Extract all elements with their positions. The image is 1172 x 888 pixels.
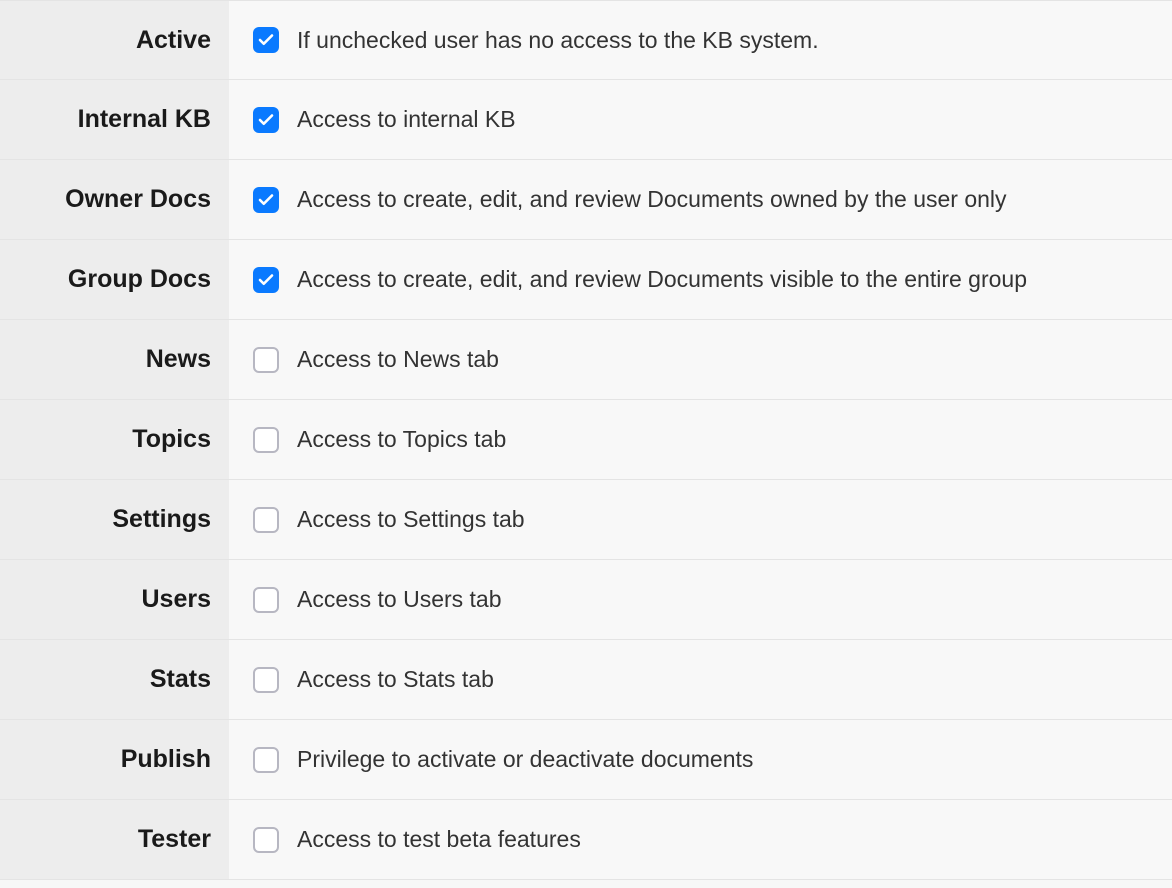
description-stats: Access to Stats tab <box>297 666 494 693</box>
label-internal-kb: Internal KB <box>0 80 229 159</box>
label-stats: Stats <box>0 640 229 719</box>
label-users: Users <box>0 560 229 639</box>
description-active: If unchecked user has no access to the K… <box>297 27 819 54</box>
label-owner-docs: Owner Docs <box>0 160 229 239</box>
description-topics: Access to Topics tab <box>297 426 506 453</box>
row-publish: Publish Privilege to activate or deactiv… <box>0 720 1172 800</box>
check-icon <box>257 271 275 289</box>
label-active: Active <box>0 1 229 79</box>
checkbox-tester[interactable] <box>253 827 279 853</box>
checkbox-group-docs[interactable] <box>253 267 279 293</box>
checkbox-users[interactable] <box>253 587 279 613</box>
label-publish: Publish <box>0 720 229 799</box>
content-settings: Access to Settings tab <box>229 480 1172 559</box>
description-publish: Privilege to activate or deactivate docu… <box>297 746 753 773</box>
description-owner-docs: Access to create, edit, and review Docum… <box>297 186 1007 213</box>
checkbox-active[interactable] <box>253 27 279 53</box>
row-news: News Access to News tab <box>0 320 1172 400</box>
label-news: News <box>0 320 229 399</box>
row-internal-kb: Internal KB Access to internal KB <box>0 80 1172 160</box>
row-group-docs: Group Docs Access to create, edit, and r… <box>0 240 1172 320</box>
content-stats: Access to Stats tab <box>229 640 1172 719</box>
description-news: Access to News tab <box>297 346 499 373</box>
check-icon <box>257 191 275 209</box>
content-internal-kb: Access to internal KB <box>229 80 1172 159</box>
label-settings: Settings <box>0 480 229 559</box>
checkbox-publish[interactable] <box>253 747 279 773</box>
content-topics: Access to Topics tab <box>229 400 1172 479</box>
description-group-docs: Access to create, edit, and review Docum… <box>297 266 1027 293</box>
check-icon <box>257 31 275 49</box>
checkbox-settings[interactable] <box>253 507 279 533</box>
content-users: Access to Users tab <box>229 560 1172 639</box>
check-icon <box>257 111 275 129</box>
content-active: If unchecked user has no access to the K… <box>229 1 1172 79</box>
row-settings: Settings Access to Settings tab <box>0 480 1172 560</box>
label-tester: Tester <box>0 800 229 879</box>
checkbox-internal-kb[interactable] <box>253 107 279 133</box>
content-owner-docs: Access to create, edit, and review Docum… <box>229 160 1172 239</box>
description-settings: Access to Settings tab <box>297 506 525 533</box>
content-news: Access to News tab <box>229 320 1172 399</box>
content-group-docs: Access to create, edit, and review Docum… <box>229 240 1172 319</box>
description-internal-kb: Access to internal KB <box>297 106 516 133</box>
checkbox-topics[interactable] <box>253 427 279 453</box>
description-users: Access to Users tab <box>297 586 502 613</box>
checkbox-owner-docs[interactable] <box>253 187 279 213</box>
row-users: Users Access to Users tab <box>0 560 1172 640</box>
row-tester: Tester Access to test beta features <box>0 800 1172 880</box>
label-group-docs: Group Docs <box>0 240 229 319</box>
row-owner-docs: Owner Docs Access to create, edit, and r… <box>0 160 1172 240</box>
permissions-form: Active If unchecked user has no access t… <box>0 0 1172 880</box>
description-tester: Access to test beta features <box>297 826 581 853</box>
label-topics: Topics <box>0 400 229 479</box>
content-tester: Access to test beta features <box>229 800 1172 879</box>
content-publish: Privilege to activate or deactivate docu… <box>229 720 1172 799</box>
row-active: Active If unchecked user has no access t… <box>0 0 1172 80</box>
row-stats: Stats Access to Stats tab <box>0 640 1172 720</box>
checkbox-news[interactable] <box>253 347 279 373</box>
checkbox-stats[interactable] <box>253 667 279 693</box>
row-topics: Topics Access to Topics tab <box>0 400 1172 480</box>
